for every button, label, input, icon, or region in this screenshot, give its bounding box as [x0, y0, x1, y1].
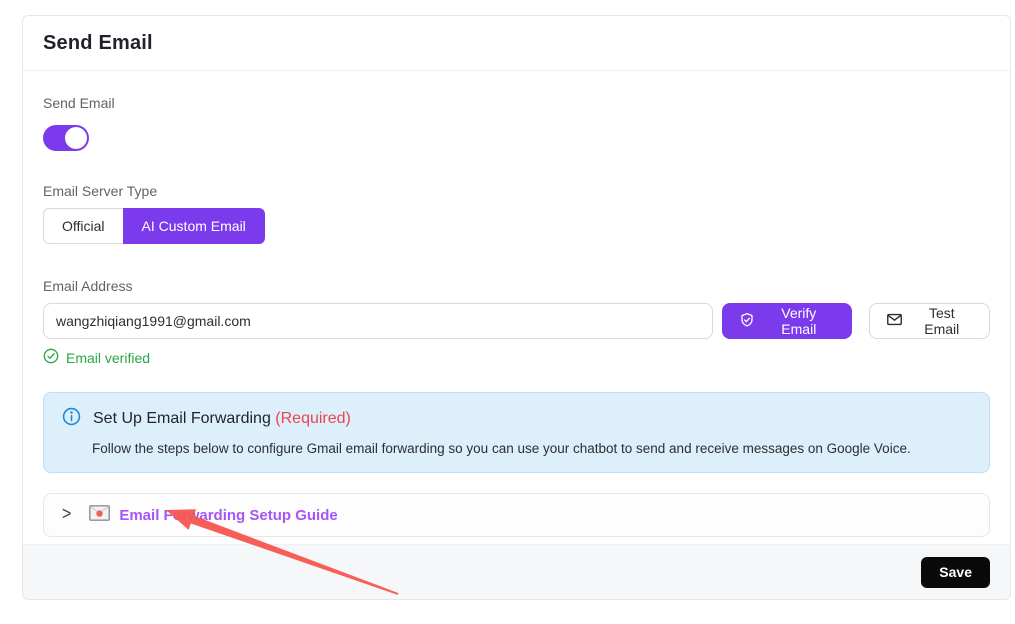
card-footer: Save — [23, 544, 1010, 599]
send-email-toggle[interactable] — [43, 125, 89, 151]
test-email-button[interactable]: Test Email — [869, 303, 990, 339]
verify-email-button[interactable]: Verify Email — [722, 303, 852, 339]
test-email-label: Test Email — [911, 305, 973, 337]
email-server-type-segmented: Official AI Custom Email — [43, 208, 265, 244]
card-header: Send Email — [23, 16, 1010, 71]
forwarding-info-box: Set Up Email Forwarding (Required) Follo… — [43, 392, 990, 473]
mail-icon — [886, 311, 903, 331]
card-body: Send Email Email Server Type Official AI… — [23, 71, 1010, 537]
check-circle-icon — [43, 348, 59, 367]
send-email-toggle-label: Send Email — [43, 95, 990, 111]
chevron-right-icon[interactable]: > — [62, 505, 71, 526]
email-address-label: Email Address — [43, 278, 990, 294]
send-email-card: Send Email Send Email Email Server Type … — [22, 15, 1011, 600]
email-verified-label: Email verified — [66, 350, 150, 366]
info-box-title: Set Up Email Forwarding (Required) — [93, 410, 351, 428]
info-box-body: Follow the steps below to configure Gmai… — [92, 441, 971, 456]
shield-check-icon — [739, 312, 755, 331]
guide-link-label[interactable]: Email Forwarding Setup Guide — [119, 507, 337, 524]
server-type-ai-custom-button[interactable]: AI Custom Email — [123, 208, 265, 244]
email-envelope-icon — [89, 505, 110, 526]
email-address-row: Verify Email Test Email — [43, 303, 990, 339]
email-forwarding-guide-accordion[interactable]: > Email Forwarding Setup Guide — [43, 493, 990, 537]
email-verified-status: Email verified — [43, 348, 990, 367]
verify-email-label: Verify Email — [763, 305, 835, 337]
server-type-official-button[interactable]: Official — [43, 208, 123, 244]
email-address-input[interactable] — [43, 303, 713, 339]
email-server-type-label: Email Server Type — [43, 183, 990, 199]
page-title: Send Email — [43, 32, 153, 55]
info-circle-icon — [62, 407, 81, 431]
toggle-knob-icon — [65, 127, 87, 149]
info-title-row: Set Up Email Forwarding (Required) — [62, 407, 971, 431]
save-button[interactable]: Save — [921, 557, 990, 588]
required-badge: (Required) — [275, 410, 351, 427]
